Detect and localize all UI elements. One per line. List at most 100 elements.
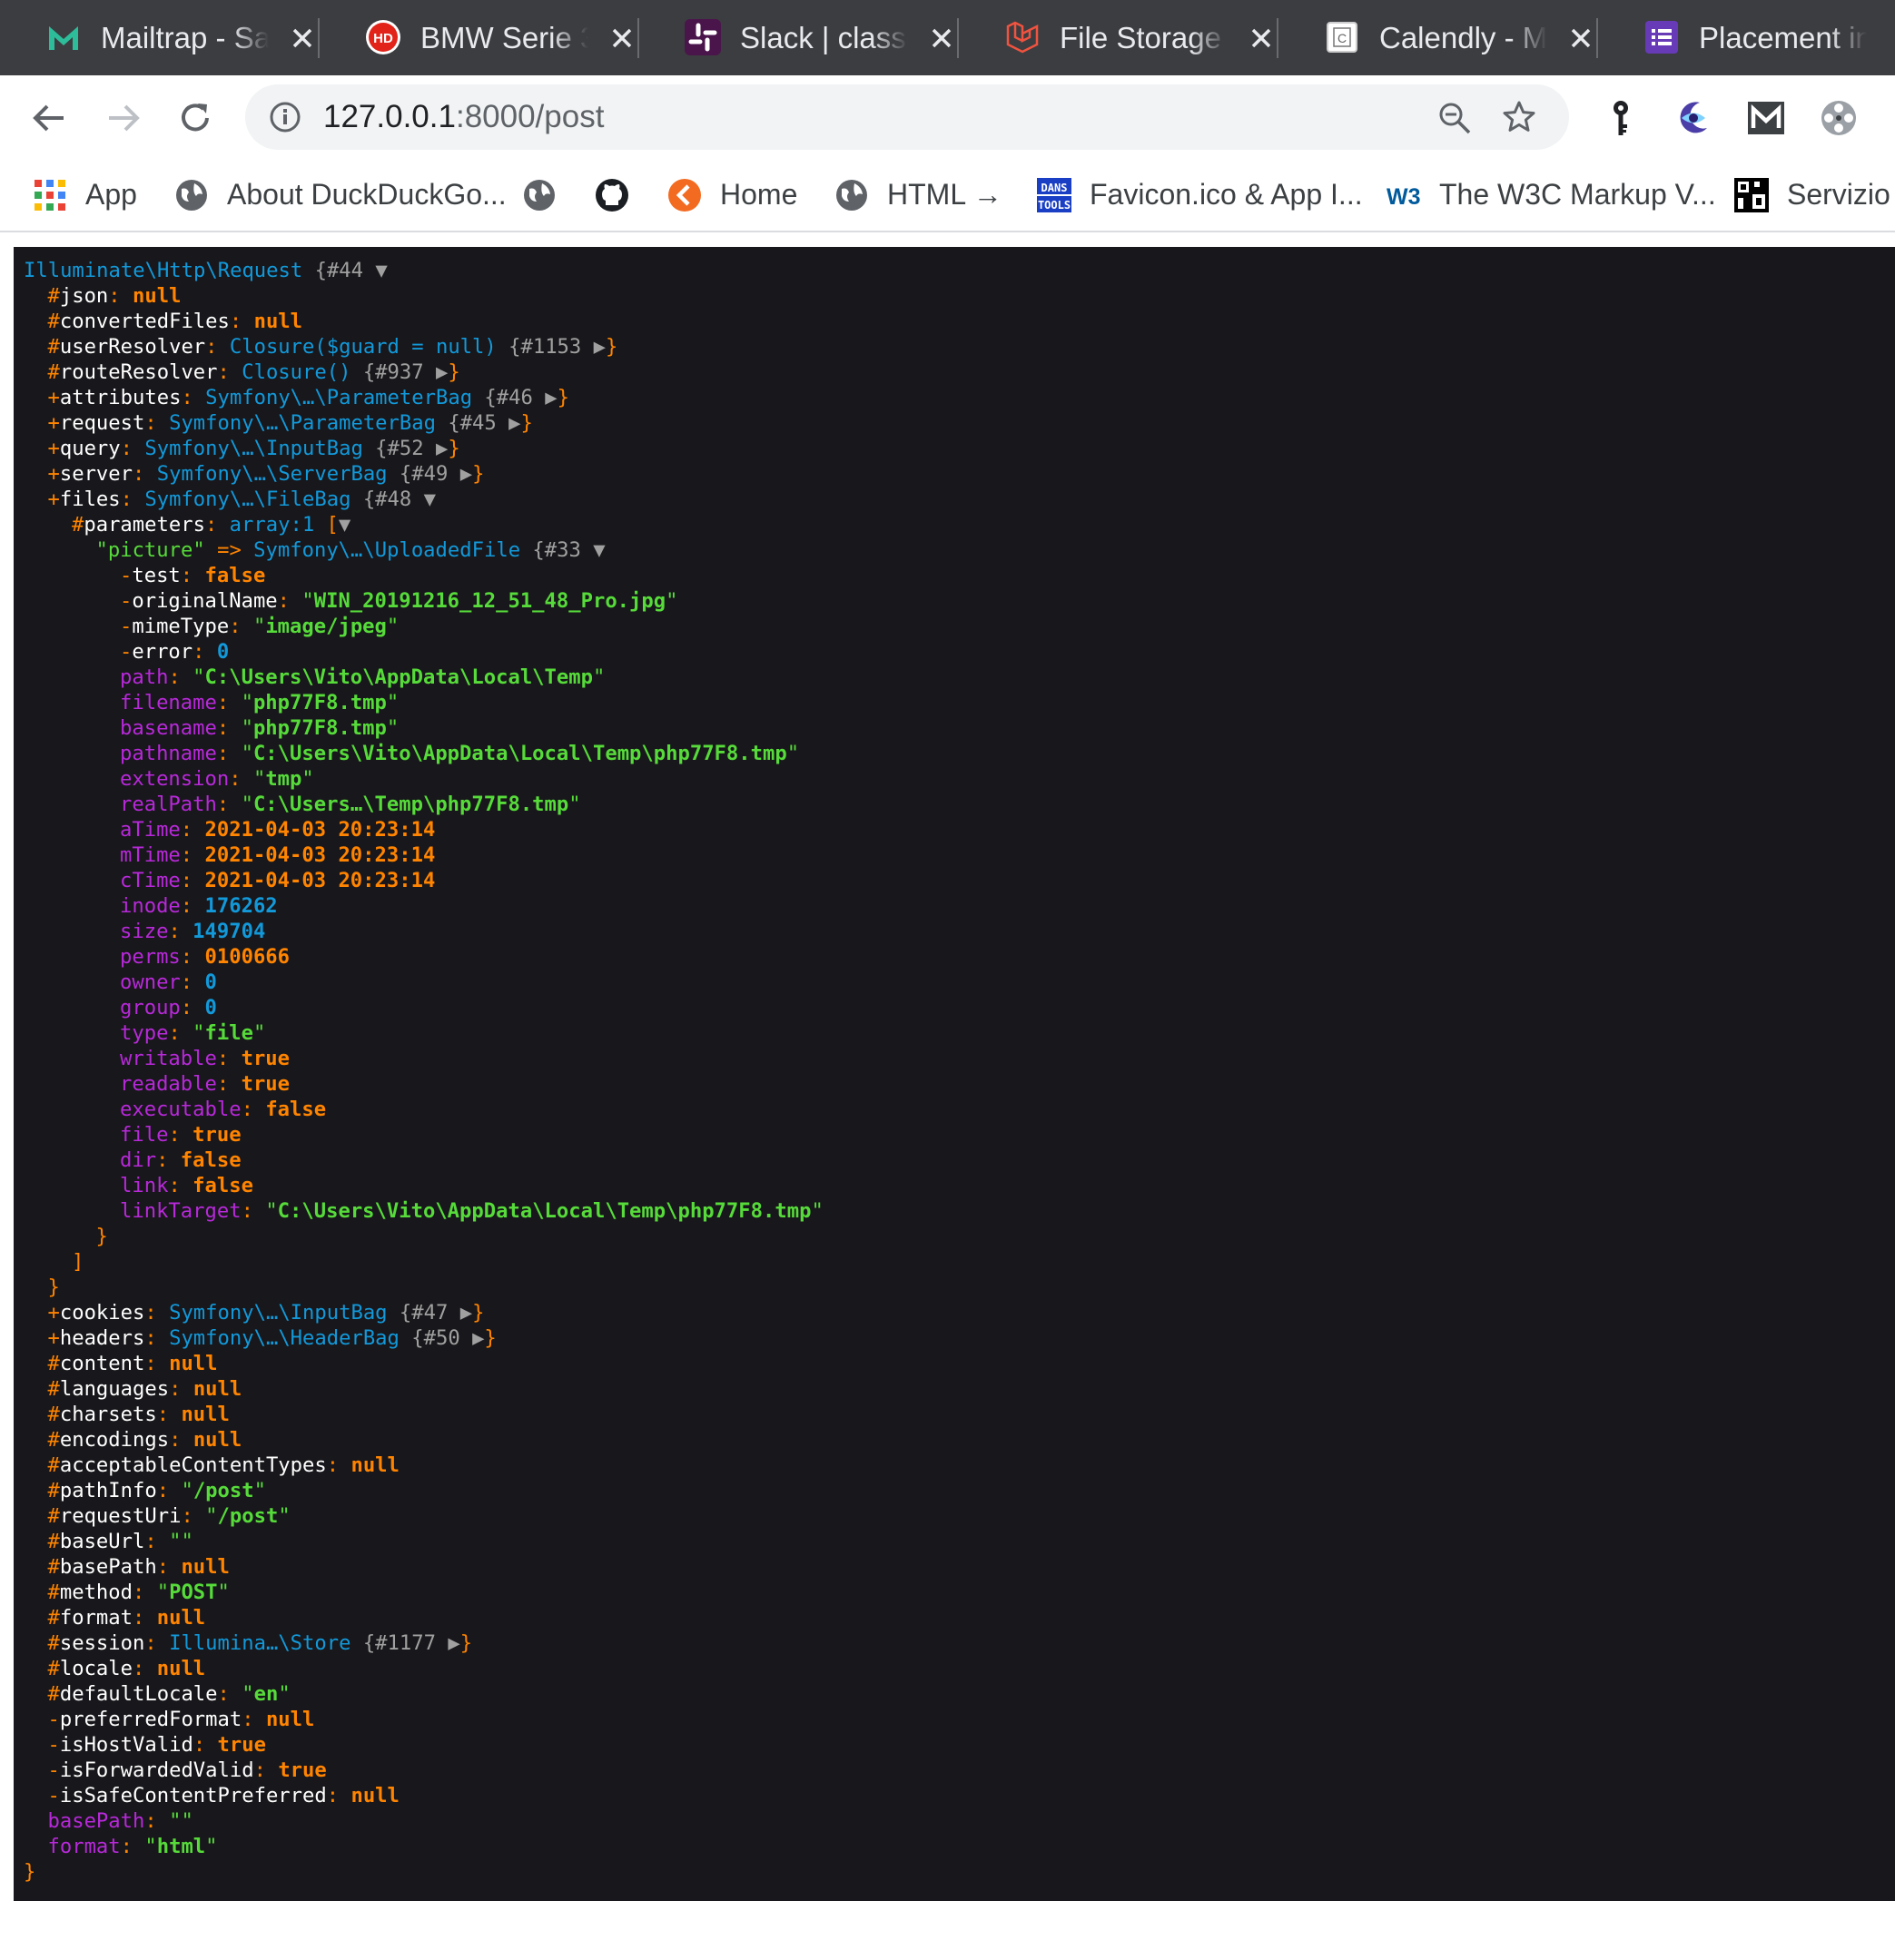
close-icon[interactable] [1567,25,1594,52]
dump-line: file: true [120,1122,242,1147]
close-icon[interactable] [1248,25,1275,52]
expand-toggle-icon[interactable]: ▶ [594,335,606,359]
dump-token: - [120,564,133,587]
dump-token: + [47,462,60,486]
collapse-toggle-icon[interactable]: ▼ [593,538,605,562]
dump-token[interactable]: Symfony\…\ServerBag [157,462,388,486]
gmail-m-icon[interactable] [1745,97,1787,139]
address-bar[interactable]: 127.0.0.1:8000/post [245,84,1569,150]
expand-toggle-icon[interactable]: ▶ [472,1326,484,1350]
tab-bmw[interactable]: HD BMW Serie 3 berlina [320,0,639,75]
dump-token[interactable]: Illuminate\Http\Request [24,259,302,282]
tab-title: Placement in a [1699,21,1867,54]
dump-token: null [192,1428,242,1452]
dump-token[interactable]: Closure($guard = null) [230,335,497,359]
dump-line: #encodings: null [48,1427,242,1453]
dump-line: #format: null [48,1605,206,1630]
tab-file-storage[interactable]: File Storage - Laravel [959,0,1278,75]
github-icon [595,178,629,212]
dump-token[interactable]: Illumina…\Store [169,1631,350,1655]
star-icon[interactable] [1501,99,1537,135]
close-icon[interactable] [928,25,955,52]
zoom-icon[interactable] [1437,101,1472,135]
dump-token: true [278,1758,327,1782]
expand-toggle-icon[interactable]: ▶ [460,1301,472,1325]
dump-token: executable [120,1098,242,1121]
dump-line: basePath: "" [48,1808,193,1834]
dump-line: -mimeType: "image/jpeg" [120,614,399,639]
tab-placement[interactable]: Placement in a [1598,0,1895,75]
dump-token: extension [120,767,230,791]
collapse-toggle-icon[interactable]: ▼ [424,488,436,511]
close-icon[interactable] [608,25,636,52]
dump-token: : [229,615,253,638]
night-eye-icon[interactable] [1673,97,1714,139]
dump-token[interactable]: Symfony\…\InputBag [169,1301,387,1325]
collapse-toggle-icon[interactable]: ▼ [339,513,350,537]
key-icon[interactable] [1600,97,1642,139]
dump-token: : [241,1199,266,1223]
url-text[interactable]: 127.0.0.1:8000/post [323,97,604,137]
dump-token: php77F8.tmp [252,691,387,714]
tab-title: BMW Serie 3 berlina [420,21,588,54]
dump-line: #requestUri: "/post" [48,1503,291,1529]
forward-arrow-icon[interactable] [100,95,145,141]
dump-line: -isHostValid: true [48,1732,266,1758]
mailtrap-icon [45,19,82,55]
dump-token[interactable]: array:1 [230,513,315,537]
dump-token: image/jpeg [265,615,387,638]
dump-line: +attributes: Symfony\…\ParameterBag {#46… [48,385,569,410]
dump-token: path [120,665,169,689]
dump-token: owner [120,970,181,994]
dump-token: - [120,615,133,638]
dump-token[interactable]: Symfony\…\FileBag [144,488,350,511]
tab-calendly[interactable]: C Calendly - Manage [1278,0,1598,75]
expand-toggle-icon[interactable]: ▶ [460,462,472,486]
slack-icon [685,19,721,55]
dump-token: 0100666 [204,945,291,969]
dump-token: languages [59,1377,170,1401]
tab-mailtrap[interactable]: Mailtrap - Safe Email Testing [0,0,320,75]
svg-text:W3: W3 [1387,184,1421,210]
dump-token[interactable]: Symfony\…\UploadedFile [253,538,520,562]
expand-toggle-icon[interactable]: ▶ [448,1631,459,1655]
globe-icon [834,178,869,212]
dump-token: : [216,1072,242,1096]
dump-token[interactable]: Closure() [242,360,350,384]
dump-token: server [59,462,133,486]
expand-toggle-icon[interactable]: ▶ [508,411,520,435]
url-path: :8000/post [455,99,605,134]
dump-token[interactable]: Symfony\…\HeaderBag [169,1326,400,1350]
close-icon[interactable] [289,25,316,52]
dump-token: group [120,996,181,1019]
expand-toggle-icon[interactable]: ▶ [436,437,448,460]
dump-line: #defaultLocale: "en" [48,1681,291,1707]
back-arrow-icon[interactable] [27,95,73,141]
collapse-toggle-icon[interactable]: ▼ [375,259,387,282]
dump-line: mTime: 2021-04-03 20:23:14 [120,842,435,868]
dump-token: } [47,1275,60,1299]
dump-token: : [192,1733,218,1757]
dump-token: 0 [204,970,217,994]
dump-line: #content: null [48,1351,218,1376]
info-icon[interactable] [269,101,301,133]
dump-token: : [144,1301,170,1325]
dump-token: {#33 [520,538,594,562]
dump-token[interactable]: Symfony\…\ParameterBag [169,411,436,435]
dump-line: #routeResolver: Closure() {#937 ▶} [48,359,460,385]
reload-icon[interactable] [173,95,218,141]
url-host: 127.0.0.1 [323,99,456,134]
dump-line: realPath: "C:\Users…\Temp\php77F8.tmp" [120,792,581,817]
dump-token: true [241,1047,291,1070]
dump-token: " [205,1504,218,1528]
tab-slack[interactable]: Slack | classe25 [639,0,959,75]
dump-token[interactable]: Symfony\…\ParameterBag [205,386,472,409]
dump-token[interactable]: Symfony\…\InputBag [144,437,362,460]
dump-token: : [168,1174,193,1197]
film-reel-icon[interactable] [1818,97,1860,139]
expand-toggle-icon[interactable]: ▶ [436,360,448,384]
dump-token: acceptableContentTypes [59,1453,327,1477]
dump-token: size [120,920,169,943]
dump-token: : [217,1682,242,1706]
expand-toggle-icon[interactable]: ▶ [545,386,557,409]
